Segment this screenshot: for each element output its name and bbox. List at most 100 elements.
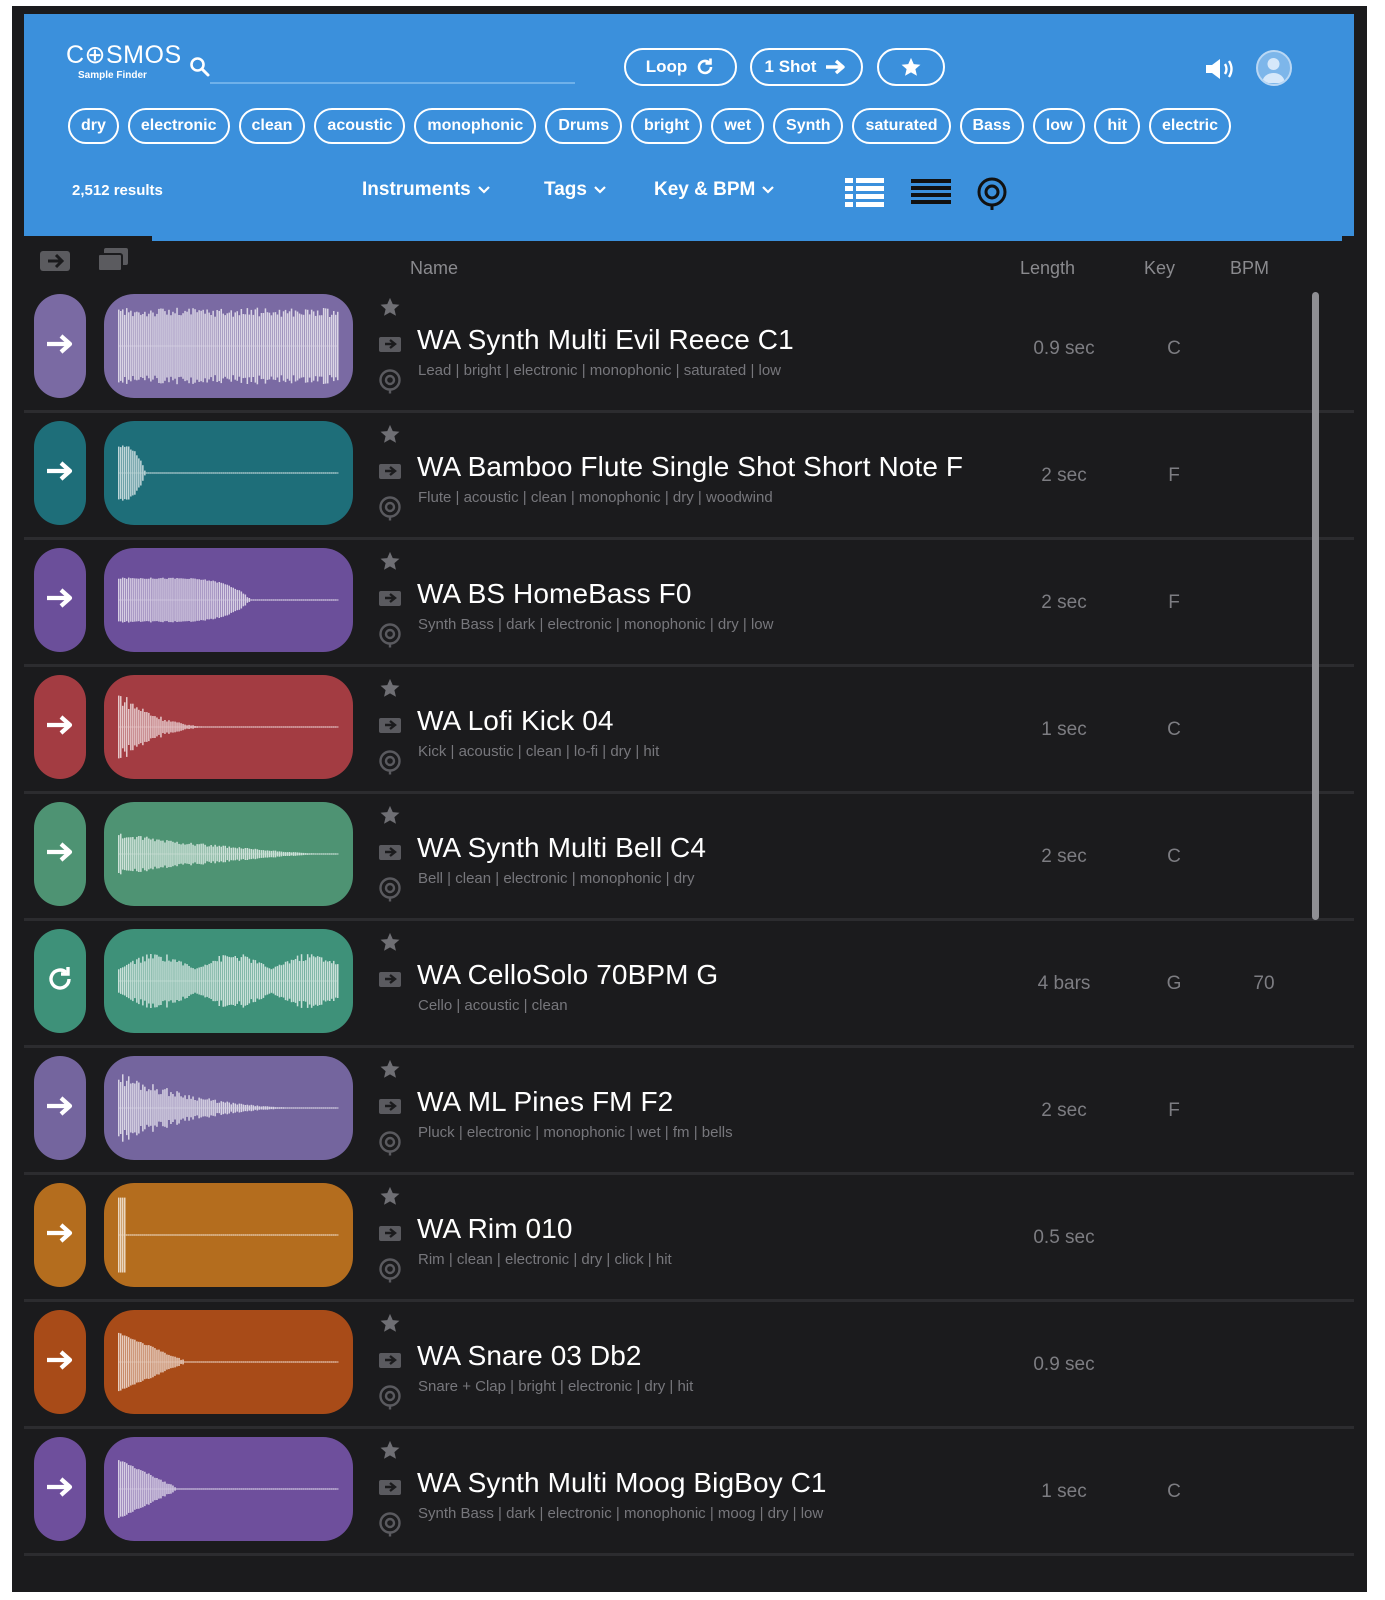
star-icon[interactable] [379, 677, 401, 704]
sample-row[interactable]: WA CelloSolo 70BPM G Cello | acoustic | c… [24, 921, 1354, 1048]
waveform-preview[interactable] [104, 294, 353, 398]
play-button[interactable] [34, 675, 86, 779]
waveform-preview[interactable] [104, 929, 353, 1033]
tag-filter-pill[interactable]: bright [631, 108, 703, 144]
list-view-icon[interactable] [844, 176, 886, 213]
tags-dropdown[interactable]: Tags [544, 179, 607, 201]
instruments-dropdown[interactable]: Instruments [362, 179, 491, 201]
favorites-filter-button[interactable] [877, 48, 945, 86]
tag-filter-pill[interactable]: acoustic [314, 108, 406, 144]
find-similar-icon[interactable] [377, 876, 403, 907]
waveform-preview[interactable] [104, 1183, 353, 1287]
star-icon[interactable] [379, 931, 401, 958]
star-icon[interactable] [379, 1312, 401, 1339]
column-header-key[interactable]: Key [1144, 258, 1175, 279]
play-button[interactable] [34, 1183, 86, 1287]
play-button[interactable] [34, 1310, 86, 1414]
star-icon[interactable] [379, 804, 401, 831]
star-icon[interactable] [379, 296, 401, 323]
add-to-project-icon[interactable] [376, 461, 404, 488]
find-similar-icon[interactable] [377, 1511, 403, 1542]
sample-title[interactable]: WA Lofi Kick 04 [417, 705, 614, 737]
play-button[interactable] [34, 548, 86, 652]
waveform-preview[interactable] [104, 802, 353, 906]
play-button[interactable] [34, 294, 86, 398]
add-to-project-icon[interactable] [376, 334, 404, 361]
compact-view-icon[interactable] [910, 176, 952, 213]
sample-row[interactable]: WA Lofi Kick 04 Kick | acoustic | clean |… [24, 667, 1354, 794]
list-scrollbar[interactable] [1312, 292, 1319, 920]
play-button[interactable] [34, 802, 86, 906]
location-view-icon[interactable] [974, 176, 1010, 217]
sample-title[interactable]: WA Snare 03 Db2 [417, 1340, 642, 1372]
star-icon[interactable] [379, 550, 401, 577]
find-similar-icon[interactable] [377, 495, 403, 526]
sample-title[interactable]: WA Synth Multi Evil Reece C1 [417, 324, 794, 356]
volume-icon[interactable] [1204, 56, 1236, 87]
tag-filter-pill[interactable]: Synth [773, 108, 844, 144]
sample-row[interactable]: WA Synth Multi Moog BigBoy C1 Synth Bass … [24, 1429, 1354, 1556]
add-to-project-icon[interactable] [376, 1096, 404, 1123]
search-input[interactable] [210, 82, 575, 84]
sample-title[interactable]: WA Synth Multi Moog BigBoy C1 [417, 1467, 827, 1499]
star-icon[interactable] [379, 1185, 401, 1212]
sample-row[interactable]: WA Synth Multi Evil Reece C1 Lead | brigh… [24, 286, 1354, 413]
find-similar-icon[interactable] [377, 622, 403, 653]
loop-filter-button[interactable]: Loop [624, 48, 737, 86]
play-button[interactable] [34, 421, 86, 525]
star-icon[interactable] [379, 423, 401, 450]
tag-filter-pill[interactable]: Bass [959, 108, 1024, 144]
sample-row[interactable]: WA BS HomeBass F0 Synth Bass | dark | ele… [24, 540, 1354, 667]
sample-title[interactable]: WA ML Pines FM F2 [417, 1086, 673, 1118]
tag-filter-pill[interactable]: Drums [545, 108, 623, 144]
tag-filter-pill[interactable]: electric [1148, 108, 1232, 144]
add-to-project-icon[interactable] [376, 1477, 404, 1504]
waveform-preview[interactable] [104, 1056, 353, 1160]
sample-title[interactable]: WA Synth Multi Bell C4 [417, 832, 706, 864]
waveform-preview[interactable] [104, 1310, 353, 1414]
column-header-length[interactable]: Length [1020, 258, 1075, 279]
add-to-project-icon[interactable] [376, 842, 404, 869]
find-similar-icon[interactable] [377, 368, 403, 399]
waveform-preview[interactable] [104, 548, 353, 652]
tag-filter-pill[interactable]: dry [68, 108, 119, 144]
sample-row[interactable]: WA Bamboo Flute Single Shot Short Note F… [24, 413, 1354, 540]
column-header-name[interactable]: Name [410, 258, 458, 279]
one-shot-filter-button[interactable]: 1 Shot [750, 48, 863, 86]
tag-filter-pill[interactable]: wet [711, 108, 765, 144]
find-similar-icon[interactable] [377, 1384, 403, 1415]
collection-icon[interactable] [96, 246, 130, 279]
sample-row[interactable]: WA Rim 010 Rim | clean | electronic | dry… [24, 1175, 1354, 1302]
play-button[interactable] [34, 1056, 86, 1160]
add-to-project-icon[interactable] [376, 1350, 404, 1377]
tag-filter-pill[interactable]: saturated [852, 108, 951, 144]
waveform-preview[interactable] [104, 421, 353, 525]
play-button[interactable] [34, 1437, 86, 1541]
play-button[interactable] [34, 929, 86, 1033]
user-avatar[interactable] [1256, 50, 1292, 86]
tag-filter-pill[interactable]: electronic [127, 108, 230, 144]
key-bpm-dropdown[interactable]: Key & BPM [654, 179, 775, 201]
sample-title[interactable]: WA BS HomeBass F0 [417, 578, 692, 610]
sample-row[interactable]: WA Synth Multi Bell C4 Bell | clean | ele… [24, 794, 1354, 921]
tag-filter-pill[interactable]: low [1032, 108, 1086, 144]
add-to-project-icon[interactable] [38, 246, 74, 279]
sample-row[interactable]: WA Snare 03 Db2 Snare + Clap | bright | e… [24, 1302, 1354, 1429]
tag-filter-pill[interactable]: hit [1094, 108, 1140, 144]
add-to-project-icon[interactable] [376, 1223, 404, 1250]
add-to-project-icon[interactable] [376, 715, 404, 742]
star-icon[interactable] [379, 1058, 401, 1085]
sample-title[interactable]: WA Bamboo Flute Single Shot Short Note F [417, 451, 963, 483]
sample-row[interactable]: WA ML Pines FM F2 Pluck | electronic | mo… [24, 1048, 1354, 1175]
add-to-project-icon[interactable] [376, 588, 404, 615]
add-to-project-icon[interactable] [376, 969, 404, 996]
sample-title[interactable]: WA Rim 010 [417, 1213, 573, 1245]
sample-title[interactable]: WA CelloSolo 70BPM G [417, 959, 718, 991]
find-similar-icon[interactable] [377, 1130, 403, 1161]
star-icon[interactable] [379, 1439, 401, 1466]
search-icon[interactable] [189, 56, 211, 78]
waveform-preview[interactable] [104, 675, 353, 779]
tag-filter-pill[interactable]: monophonic [414, 108, 537, 144]
column-header-bpm[interactable]: BPM [1230, 258, 1269, 279]
find-similar-icon[interactable] [377, 749, 403, 780]
